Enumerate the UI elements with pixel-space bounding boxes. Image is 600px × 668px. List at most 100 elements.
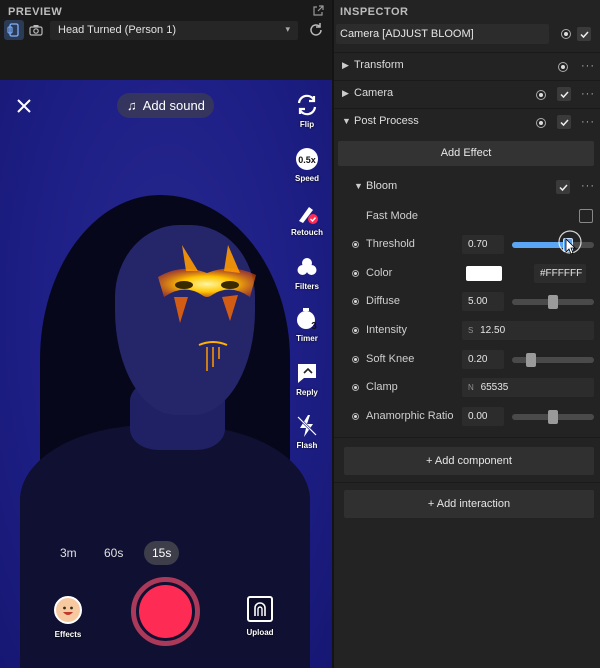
threshold-row: Threshold 0.70 [334, 230, 600, 256]
threshold-slider[interactable] [512, 230, 594, 255]
threshold-keyframe[interactable] [352, 241, 359, 248]
section-transform[interactable]: ▶ Transform ··· [334, 52, 600, 79]
soft-knee-slider[interactable] [512, 353, 594, 367]
camera-enabled-checkbox[interactable] [557, 87, 571, 101]
scene-select[interactable]: Head Turned (Person 1) ▾ [50, 21, 298, 40]
preview-title: PREVIEW [8, 6, 63, 18]
threshold-label: Threshold [366, 238, 415, 250]
clamp-value: 65535 [480, 382, 509, 393]
clamp-prefix: N [468, 383, 474, 392]
color-keyframe[interactable] [352, 270, 359, 277]
soft-knee-slider-thumb[interactable] [526, 353, 536, 367]
object-enabled-checkbox[interactable] [577, 27, 591, 41]
anamorphic-ratio-input[interactable]: 0.00 [462, 407, 504, 426]
flash-icon [297, 415, 317, 437]
flip-icon [297, 94, 317, 116]
flip-button[interactable]: Flip [288, 92, 326, 129]
add-sound-label: Add sound [142, 98, 205, 113]
close-icon[interactable] [14, 96, 34, 116]
popout-icon[interactable] [312, 5, 324, 17]
intensity-label: Intensity [366, 324, 407, 336]
section-camera[interactable]: ▶ Camera ··· [334, 80, 600, 107]
diffuse-input[interactable]: 5.00 [462, 292, 504, 311]
check-icon [579, 30, 589, 38]
more-icon[interactable]: ··· [581, 88, 595, 100]
soft-knee-row: Soft Knee 0.20 [334, 349, 600, 371]
anamorphic-ratio-slider-thumb[interactable] [548, 410, 558, 424]
camera-radio[interactable] [536, 90, 546, 100]
effects-label: Effects [54, 630, 82, 639]
bloom-chin-effect [198, 341, 228, 371]
flash-button[interactable]: Flash [288, 413, 326, 450]
object-visibility-radio[interactable] [561, 29, 571, 39]
soft-knee-keyframe[interactable] [352, 356, 359, 363]
upload-button[interactable]: Upload [245, 596, 275, 637]
check-icon [558, 183, 568, 191]
reply-button[interactable]: Reply [288, 360, 326, 397]
color-hex-input[interactable]: #FFFFFF [534, 264, 586, 283]
preview-panel: PREVIEW Head Turned (Person 1) ▾ ♫ Add s… [0, 0, 332, 668]
section-post-process[interactable]: ▼ Post Process ··· [334, 108, 600, 135]
add-interaction-button[interactable]: + Add interaction [344, 490, 594, 518]
diffuse-row: Diffuse 5.00 [334, 291, 600, 313]
duration-3m[interactable]: 3m [60, 546, 77, 560]
diffuse-slider[interactable] [512, 295, 594, 309]
intensity-row: Intensity S 12.50 [334, 320, 600, 342]
anamorphic-ratio-label: Anamorphic Ratio [366, 410, 454, 422]
inspector-title: INSPECTOR [340, 6, 409, 18]
retouch-icon [299, 207, 318, 224]
anamorphic-ratio-row: Anamorphic Ratio 0.00 [334, 406, 600, 428]
add-component-button[interactable]: + Add component [344, 447, 594, 475]
more-icon[interactable]: ··· [581, 116, 595, 128]
transform-radio[interactable] [558, 62, 568, 72]
retouch-button[interactable]: Retouch [288, 200, 326, 237]
add-sound-button[interactable]: ♫ Add sound [117, 93, 214, 118]
timer-button[interactable]: 3 Timer [288, 306, 326, 343]
speed-button[interactable]: 0.5x Speed [288, 146, 326, 183]
duration-60s[interactable]: 60s [104, 546, 123, 560]
fast-mode-row: Fast Mode [334, 206, 600, 228]
post-process-enabled-checkbox[interactable] [557, 115, 571, 129]
more-icon[interactable]: ··· [581, 180, 595, 192]
clamp-row: Clamp N 65535 [334, 377, 600, 399]
upload-label: Upload [246, 628, 274, 637]
simulator-toggle[interactable] [4, 20, 24, 40]
camera-icon [29, 25, 43, 36]
section-camera-label: Camera [354, 87, 394, 99]
clamp-input[interactable]: N 65535 [462, 378, 594, 397]
add-effect-button[interactable]: Add Effect [338, 141, 594, 166]
bloom-effect-header[interactable]: ▼ Bloom ··· [334, 177, 600, 197]
clamp-label: Clamp [366, 381, 398, 393]
timer-badge: 3 [311, 321, 317, 331]
intensity-keyframe[interactable] [352, 327, 359, 334]
reply-label: Reply [296, 388, 318, 397]
threshold-input[interactable]: 0.70 [462, 235, 504, 254]
post-process-radio[interactable] [536, 118, 546, 128]
diffuse-slider-thumb[interactable] [548, 295, 558, 309]
preview-toolbar: Head Turned (Person 1) ▾ [0, 20, 332, 42]
intensity-input[interactable]: S 12.50 [462, 321, 594, 340]
anamorphic-ratio-keyframe[interactable] [352, 413, 359, 420]
fast-mode-checkbox[interactable] [579, 209, 593, 223]
duration-15s[interactable]: 15s [144, 541, 180, 565]
soft-knee-input[interactable]: 0.20 [462, 350, 504, 369]
bloom-enabled-checkbox[interactable] [556, 180, 570, 194]
anamorphic-ratio-slider[interactable] [512, 410, 594, 424]
camera-viewport[interactable]: ♫ Add sound Flip 0.5x Speed Retouch Filt… [0, 80, 332, 668]
diffuse-keyframe[interactable] [352, 298, 359, 305]
clamp-keyframe[interactable] [352, 384, 359, 391]
filters-button[interactable]: Filters [288, 254, 326, 291]
effects-button[interactable]: Effects [52, 596, 84, 639]
refresh-icon[interactable] [308, 22, 324, 38]
camera-toggle[interactable] [26, 20, 46, 40]
retouch-label: Retouch [291, 228, 323, 237]
record-button[interactable] [139, 585, 192, 638]
device-icon [7, 23, 19, 37]
color-swatch[interactable] [466, 266, 502, 281]
diffuse-label: Diffuse [366, 295, 401, 307]
fast-mode-label: Fast Mode [366, 210, 418, 222]
section-transform-label: Transform [354, 59, 404, 71]
more-icon[interactable]: ··· [581, 60, 595, 72]
object-name-field[interactable]: Camera [ADJUST BLOOM] [336, 24, 549, 44]
divider-line [334, 482, 600, 483]
